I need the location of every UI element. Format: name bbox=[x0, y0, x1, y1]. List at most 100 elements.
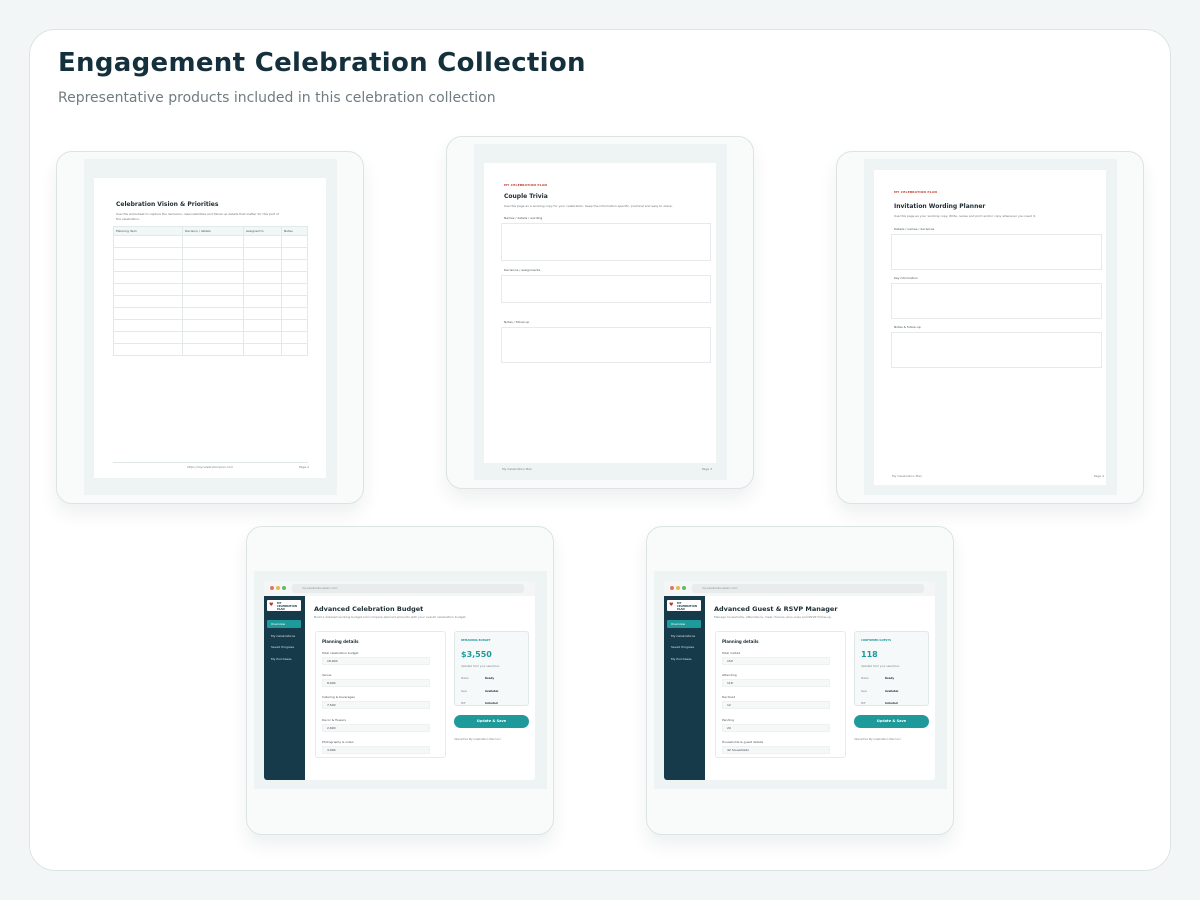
table-row bbox=[113, 235, 308, 248]
sidebar-item-my-purchases[interactable]: My Purchases bbox=[267, 655, 301, 663]
sidebar-item-saved-progress[interactable]: Saved Progress bbox=[667, 643, 701, 651]
app-preview: mycelebrationplan.com ♥ MY CELEBRATION P… bbox=[654, 571, 947, 789]
table-cell bbox=[243, 235, 282, 248]
document-title: Invitation Wording Planner bbox=[894, 203, 986, 210]
table-cell bbox=[281, 283, 308, 296]
table-cell bbox=[113, 319, 183, 332]
summary-label: CONFIRMED GUESTS bbox=[861, 639, 891, 642]
footer-page: Page 2 bbox=[299, 465, 310, 469]
summary-card: CONFIRMED GUESTS 118 Updated from your s… bbox=[854, 631, 929, 706]
table-body bbox=[113, 235, 308, 356]
pending-input[interactable]: 20 bbox=[722, 724, 830, 732]
table-row bbox=[113, 343, 308, 356]
table-row bbox=[113, 319, 308, 332]
table-row bbox=[113, 283, 308, 296]
app-title: Advanced Guest & RSVP Manager bbox=[714, 605, 838, 613]
photography-input[interactable]: 3,000 bbox=[322, 746, 430, 754]
total-budget-input[interactable]: 18,000 bbox=[322, 657, 430, 665]
address-bar[interactable]: mycelebrationplan.com bbox=[692, 584, 924, 593]
footer-page: Page 3 bbox=[702, 467, 713, 471]
app-subtitle: Build a detailed working budget and comp… bbox=[314, 615, 467, 619]
table-cell bbox=[243, 319, 282, 332]
table-cell bbox=[243, 307, 282, 320]
sidebar-item-my-celebrations[interactable]: My Celebrations bbox=[267, 632, 301, 640]
logo-text: MY CELEBRATION PLAN bbox=[677, 602, 697, 611]
maximize-dot-icon bbox=[682, 586, 686, 590]
footer-left: My Celebration Plan bbox=[502, 467, 532, 471]
summary-value-save: Available bbox=[485, 690, 499, 693]
brand-logo: ♥ MY CELEBRATION PLAN bbox=[667, 600, 701, 611]
table-cell bbox=[243, 271, 282, 284]
document-title: Celebration Vision & Priorities bbox=[116, 201, 219, 208]
panel-title: Planning details bbox=[322, 639, 359, 644]
field-label: Total invited bbox=[722, 651, 741, 655]
field-label: Attending bbox=[722, 673, 737, 677]
sidebar: ♥ MY CELEBRATION PLAN Overview My Celebr… bbox=[264, 596, 305, 780]
section-box bbox=[891, 283, 1102, 319]
product-card-guest-rsvp-manager[interactable]: mycelebrationplan.com ♥ MY CELEBRATION P… bbox=[646, 526, 954, 835]
table-cell bbox=[281, 235, 308, 248]
section-label: Details / names / decisions bbox=[894, 227, 935, 231]
sidebar-item-my-purchases[interactable]: My Purchases bbox=[667, 655, 701, 663]
summary-value-status: Ready bbox=[485, 677, 495, 680]
sidebar-item-overview[interactable]: Overview bbox=[267, 620, 301, 628]
browser-window: mycelebrationplan.com ♥ MY CELEBRATION P… bbox=[264, 581, 535, 780]
summary-key: Status bbox=[461, 677, 469, 680]
column-header: Assigned to bbox=[243, 226, 282, 236]
venue-input[interactable]: 8,000 bbox=[322, 679, 430, 687]
document-title: Couple Trivia bbox=[504, 193, 548, 200]
table-cell bbox=[113, 295, 183, 308]
table-cell bbox=[113, 271, 183, 284]
browser-chrome: mycelebrationplan.com bbox=[264, 581, 535, 596]
section-box bbox=[891, 332, 1102, 368]
table-cell bbox=[113, 307, 183, 320]
table-cell bbox=[182, 343, 244, 356]
sidebar-item-overview[interactable]: Overview bbox=[667, 620, 701, 628]
sidebar-item-saved-progress[interactable]: Saved Progress bbox=[267, 643, 301, 651]
attending-input[interactable]: 118 bbox=[722, 679, 830, 687]
close-dot-icon bbox=[270, 586, 274, 590]
section-label: Notes & follow-up bbox=[894, 325, 921, 329]
browser-chrome: mycelebrationplan.com bbox=[664, 581, 935, 596]
sidebar: ♥ MY CELEBRATION PLAN Overview My Celebr… bbox=[664, 596, 705, 780]
column-header: Decision / details bbox=[182, 226, 244, 236]
households-input[interactable]: 42 households bbox=[722, 746, 830, 754]
table-cell bbox=[113, 259, 183, 272]
decor-input[interactable]: 2,600 bbox=[322, 724, 430, 732]
page-subtitle: Representative products included in this… bbox=[58, 90, 496, 106]
catering-input[interactable]: 7,500 bbox=[322, 701, 430, 709]
product-card-invitation-wording[interactable]: MY CELEBRATION PLAN Invitation Wording P… bbox=[836, 151, 1144, 504]
summary-label: REMAINING BUDGET bbox=[461, 639, 491, 642]
column-header: Notes bbox=[281, 226, 308, 236]
document-description: Use this worksheet to capture the decisi… bbox=[116, 212, 316, 222]
brand-logo: ♥ MY CELEBRATION PLAN bbox=[267, 600, 301, 611]
table-header-row: Planning item Decision / details Assigne… bbox=[113, 226, 308, 236]
summary-value-save: Available bbox=[885, 690, 899, 693]
section-box bbox=[501, 275, 711, 303]
product-card-celebration-budget[interactable]: mycelebrationplan.com ♥ MY CELEBRATION P… bbox=[246, 526, 554, 835]
field-label: Catering & beverages bbox=[322, 695, 355, 699]
update-save-button[interactable]: Update & Save bbox=[454, 715, 529, 728]
app-preview: mycelebrationplan.com ♥ MY CELEBRATION P… bbox=[254, 571, 547, 789]
footer-left: My Celebration Plan bbox=[892, 474, 922, 478]
sidebar-item-my-celebrations[interactable]: My Celebrations bbox=[667, 632, 701, 640]
address-bar[interactable]: mycelebrationplan.com bbox=[292, 584, 524, 593]
summary-key: PDF bbox=[861, 702, 866, 705]
table-cell bbox=[243, 343, 282, 356]
table-cell bbox=[182, 259, 244, 272]
table-row bbox=[113, 307, 308, 320]
table-cell bbox=[182, 319, 244, 332]
product-card-vision-priorities[interactable]: Celebration Vision & Priorities Use this… bbox=[56, 151, 364, 504]
section-label: Names / details / wording bbox=[504, 216, 543, 220]
tool-note: Interactive My Celebration Plan tool bbox=[854, 738, 901, 741]
total-invited-input[interactable]: 150 bbox=[722, 657, 830, 665]
product-card-couple-trivia[interactable]: MY CELEBRATION PLAN Couple Trivia Use th… bbox=[446, 136, 754, 489]
document-description: Use this page as your working copy. Writ… bbox=[894, 214, 1036, 218]
declined-input[interactable]: 12 bbox=[722, 701, 830, 709]
table-cell bbox=[182, 331, 244, 344]
table-cell bbox=[182, 235, 244, 248]
summary-updated: Updated from your selections bbox=[861, 665, 900, 668]
section-label: Decisions / assignments bbox=[504, 268, 541, 272]
update-save-button[interactable]: Update & Save bbox=[854, 715, 929, 728]
tool-note: Interactive My Celebration Plan tool bbox=[454, 738, 501, 741]
